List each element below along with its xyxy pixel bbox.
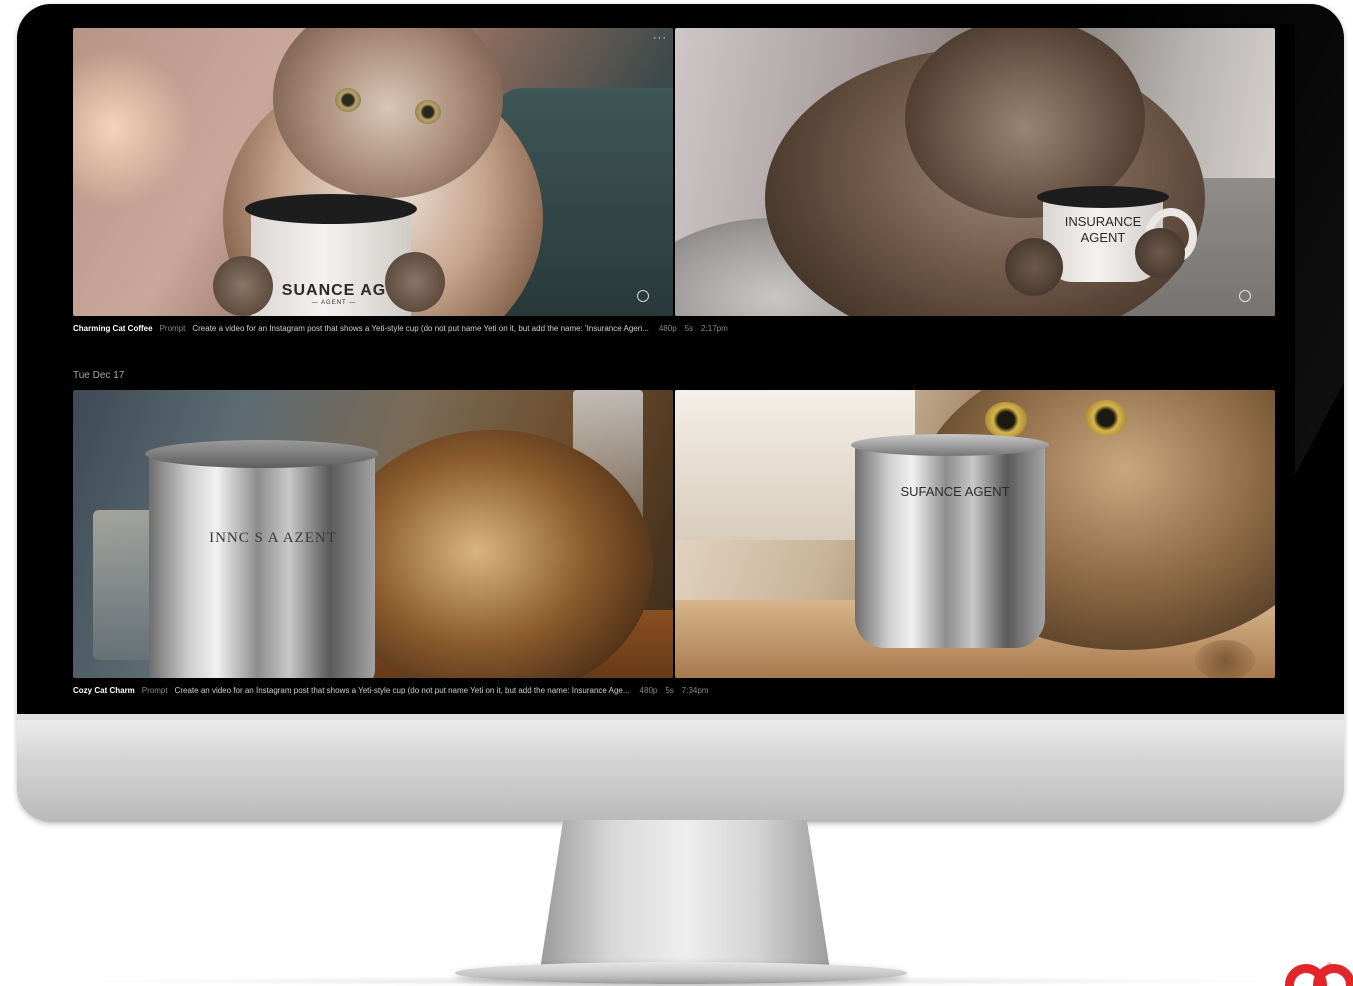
video-tile-cozy-1[interactable]: INNC S A AZENT bbox=[73, 390, 673, 678]
monitor-bezel: SUANCE AG — AGENT — ··· INSURANCE AGENT … bbox=[17, 4, 1344, 714]
timestamp-label: 7:34pm bbox=[681, 685, 709, 695]
monitor-chin bbox=[17, 714, 1344, 822]
monitor-stand bbox=[540, 820, 830, 970]
watermark-icon bbox=[1239, 290, 1251, 302]
video-title[interactable]: Charming Cat Coffee bbox=[73, 324, 153, 333]
watermark-icon bbox=[637, 290, 649, 302]
prompt-text[interactable]: Create a video for an Instagram post tha… bbox=[192, 324, 648, 333]
video-tile-charming-2[interactable]: INSURANCE AGENT bbox=[675, 28, 1275, 316]
date-heading: Tue Dec 17 bbox=[73, 370, 125, 381]
resolution-label: 480p bbox=[658, 323, 677, 333]
prompt-label: Prompt bbox=[141, 685, 168, 695]
prompt-text[interactable]: Create an video for an Instagram post th… bbox=[175, 686, 630, 695]
video-tile-cozy-2[interactable]: SUFANCE AGENT bbox=[675, 390, 1275, 678]
resolution-label: 480p bbox=[639, 685, 658, 695]
prompt-label: Prompt bbox=[159, 323, 186, 333]
screen: SUANCE AG — AGENT — ··· INSURANCE AGENT … bbox=[73, 24, 1295, 714]
duration-label: 5s bbox=[684, 323, 694, 333]
monitor-stand-base bbox=[455, 962, 907, 984]
video-title[interactable]: Cozy Cat Charm bbox=[73, 686, 135, 695]
video-caption: Charming Cat Coffee Prompt Create a vide… bbox=[73, 321, 736, 335]
video-tile-charming-1[interactable]: SUANCE AG — AGENT — ··· bbox=[73, 28, 673, 316]
steel-cup bbox=[149, 448, 375, 678]
brand-logo: ® bbox=[1283, 962, 1353, 986]
steel-cup bbox=[855, 442, 1045, 648]
monitor: SUANCE AG — AGENT — ··· INSURANCE AGENT … bbox=[17, 4, 1344, 822]
duration-label: 5s bbox=[665, 685, 674, 695]
video-caption: Cozy Cat Charm Prompt Create an video fo… bbox=[73, 683, 716, 697]
timestamp-label: 2:17pm bbox=[701, 323, 728, 333]
registered-icon: ® bbox=[1327, 963, 1333, 970]
more-options-icon[interactable]: ··· bbox=[653, 32, 667, 44]
